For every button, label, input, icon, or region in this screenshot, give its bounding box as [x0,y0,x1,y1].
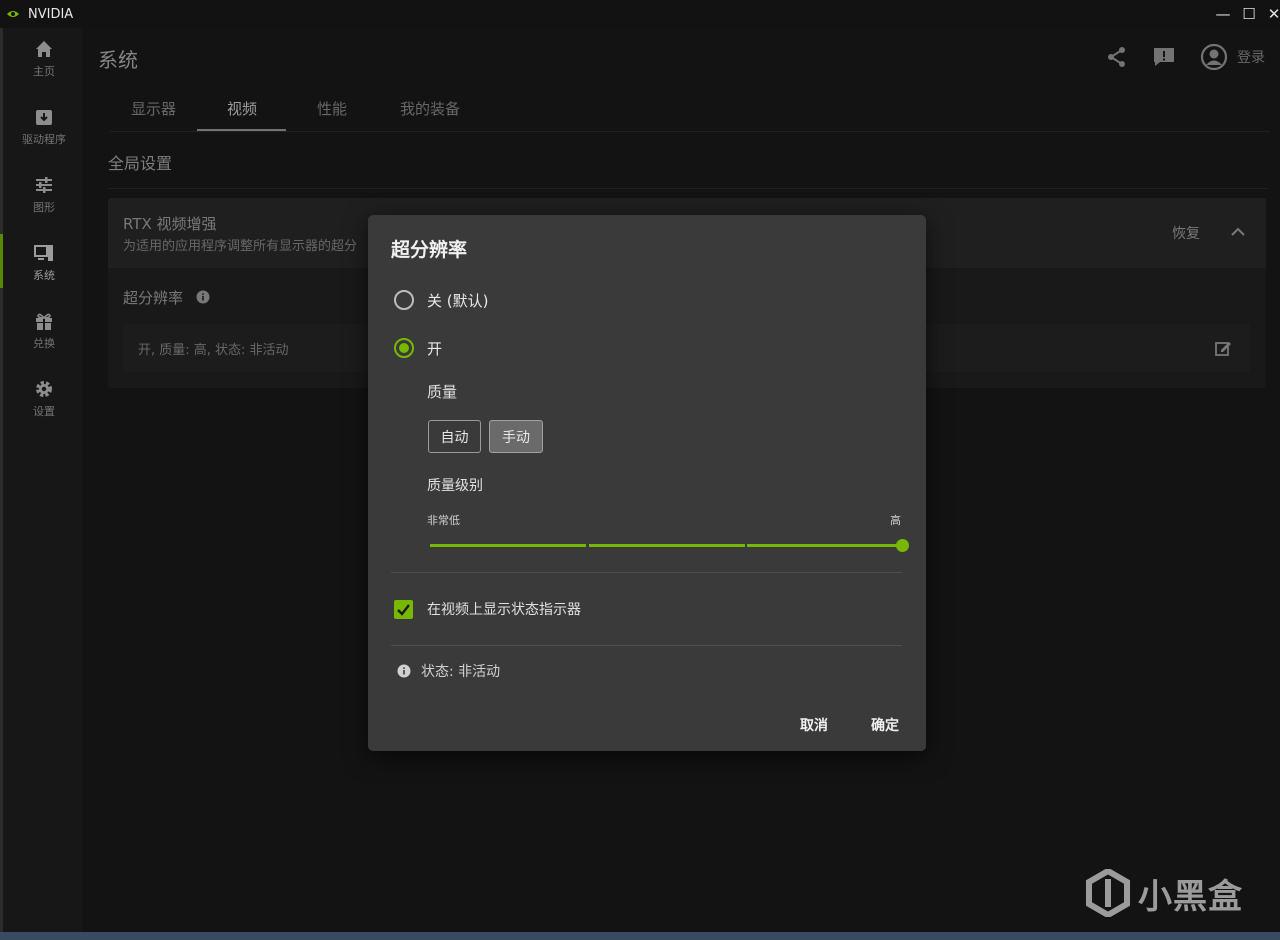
quality-level-label: 质量级别 [427,478,483,494]
status-indicator-label[interactable]: 在视频上显示状态指示器 [427,599,581,619]
close-button[interactable]: ✕ [1261,0,1280,28]
cancel-button[interactable]: 取消 [800,715,828,735]
app-title: NVIDIA [28,6,74,22]
quality-slider-thumb[interactable] [896,539,909,552]
nvidia-logo-icon [7,11,19,17]
quality-auto-button[interactable]: 自动 [428,420,481,453]
dialog-divider [391,572,902,573]
status-text: 状态: 非活动 [421,664,501,680]
taskbar-strip [0,932,1280,940]
radio-on[interactable] [394,338,414,358]
checkmark-icon [397,604,410,616]
confirm-button[interactable]: 确定 [871,715,899,735]
radio-off-label[interactable]: 关 (默认) [427,290,488,311]
dialog-divider [391,645,902,646]
slider-track-segment[interactable] [747,544,899,547]
status-indicator-checkbox[interactable] [394,600,413,619]
slider-max-label: 高 [890,514,901,527]
dialog-title: 超分辨率 [391,239,468,261]
radio-off[interactable] [394,290,414,310]
slider-min-label: 非常低 [427,514,460,527]
slider-track-segment[interactable] [430,544,586,547]
quality-manual-button[interactable]: 手动 [489,420,543,453]
radio-on-label[interactable]: 开 [427,338,442,359]
quality-label: 质量 [427,383,458,401]
info-icon [397,664,411,678]
slider-track-segment[interactable] [589,544,745,547]
title-bar: NVIDIA [0,0,1280,28]
minimize-button[interactable]: — [1210,0,1236,28]
super-resolution-dialog: 超分辨率 关 (默认) 开 质量 自动 手动 质量级别 非常低 高 在视频上显示… [368,215,926,751]
maximize-button[interactable]: ☐ [1236,0,1262,28]
